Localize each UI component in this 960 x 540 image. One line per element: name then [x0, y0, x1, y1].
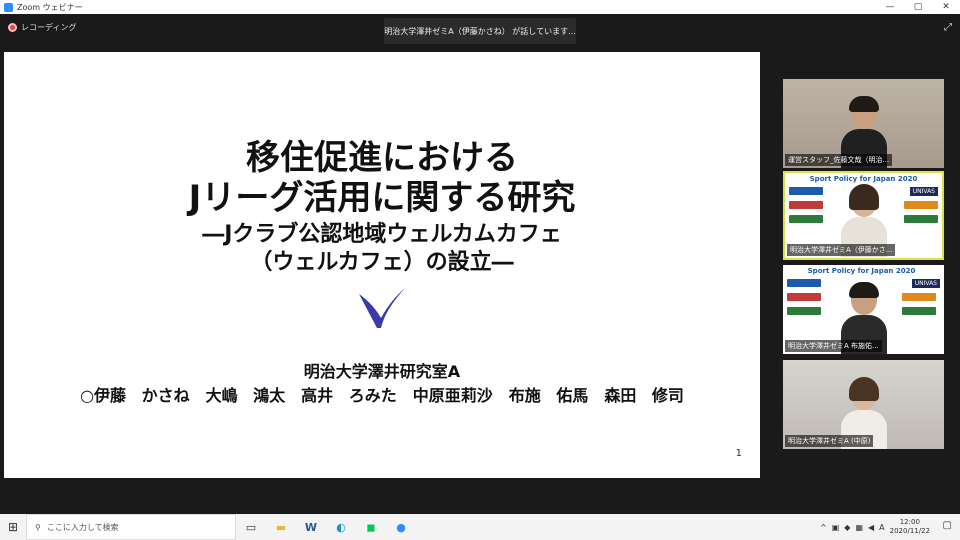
record-icon	[8, 23, 17, 32]
participant-name: 明治大学澤井ゼミA 布施佑...	[785, 340, 882, 352]
sponsor-logo	[789, 187, 823, 195]
zoom-app-icon	[4, 2, 13, 12]
zoom-icon[interactable]: ●	[386, 514, 416, 540]
sponsor-logo	[787, 279, 821, 287]
minimize-button[interactable]: —	[876, 0, 904, 14]
participant-tile-active[interactable]: Sport Policy for Japan 2020 UNIVAS 明治大学澤…	[783, 171, 944, 260]
maximize-button[interactable]: ▢	[904, 0, 932, 14]
chevron-up-icon[interactable]: ^	[820, 523, 827, 532]
participant-tile[interactable]: 明治大学澤井ゼミA (中原)	[783, 360, 944, 449]
close-button[interactable]: ✕	[932, 0, 960, 14]
banner-title: Sport Policy for Japan 2020	[809, 175, 918, 183]
volume-icon[interactable]: ◀	[868, 523, 874, 532]
shared-slide: 移住促進における Jリーグ活用に関する研究 ―Jクラブ公認地域ウェルカムカフェ …	[4, 52, 760, 478]
participant-tile[interactable]: 運営スタッフ_佐藤文哉（明治...	[783, 79, 944, 168]
sponsor-logo	[789, 215, 823, 223]
clock-date: 2020/11/22	[889, 527, 930, 535]
sponsor-logo	[902, 293, 936, 301]
participant-name: 明治大学澤井ゼミA (中原)	[785, 435, 874, 447]
recording-indicator: レコーディング	[8, 22, 76, 33]
slide-lab-name: 明治大学澤井研究室A	[303, 362, 461, 381]
search-icon: ⚲	[35, 522, 41, 532]
taskbar-search-input[interactable]: ⚲ ここに入力して検索	[26, 514, 236, 540]
line-icon[interactable]: ◼	[356, 514, 386, 540]
system-tray: ^ ▣ ◆ ▦ ◀ A 12:00 2020/11/22	[820, 514, 930, 540]
sponsor-logo	[787, 307, 821, 315]
task-view-icon[interactable]: ▭	[236, 514, 266, 540]
window-controls: — ▢ ✕	[876, 0, 960, 14]
banner-title: Sport Policy for Japan 2020	[807, 267, 916, 275]
tray-app-icon[interactable]: ▣	[832, 523, 840, 532]
window-titlebar: Zoom ウェビナー — ▢ ✕	[0, 0, 960, 14]
window-title: Zoom ウェビナー	[17, 2, 83, 12]
windows-taskbar: ⊞ ⚲ ここに入力して検索 ▭ ▬ W ◐ ◼ ● ^ ▣ ◆ ▦ ◀ A 12…	[0, 514, 960, 540]
sponsor-logo	[904, 201, 938, 209]
search-placeholder: ここに入力して検索	[46, 522, 119, 532]
network-icon[interactable]: ▦	[855, 523, 863, 532]
file-explorer-icon[interactable]: ▬	[266, 514, 296, 540]
meeting-area: レコーディング 明治大学澤井ゼミA（伊藤かさね） が話しています... ⤢ 移住…	[0, 14, 960, 514]
word-icon[interactable]: W	[296, 514, 326, 540]
meiji-logo-icon	[359, 288, 405, 328]
sponsor-logo	[789, 201, 823, 209]
edge-icon[interactable]: ◐	[326, 514, 356, 540]
participant-name: 運営スタッフ_佐藤文哉（明治...	[785, 154, 893, 166]
speaking-banner: 明治大学澤井ゼミA（伊藤かさね） が話しています...	[384, 18, 576, 44]
participant-tile[interactable]: Sport Policy for Japan 2020 UNIVAS 明治大学澤…	[783, 265, 944, 354]
notification-icon[interactable]: ▢	[943, 520, 952, 531]
banner-brand: UNIVAS	[911, 279, 940, 288]
participant-name: 明治大学澤井ゼミA（伊藤かさ...	[787, 244, 896, 256]
sponsor-logo	[902, 307, 936, 315]
clock-time: 12:00	[899, 518, 920, 526]
slide-subtitle-line2: （ウェルカフェ）の設立―	[250, 250, 514, 275]
banner-brand: UNIVAS	[909, 187, 938, 196]
sponsor-logo	[904, 215, 938, 223]
dropbox-icon[interactable]: ◆	[844, 523, 850, 532]
ime-indicator[interactable]: A	[879, 523, 884, 532]
slide-members: ○伊藤 かさね 大嶋 鴻太 高井 ろみた 中原亜莉沙 布施 佑馬 森田 修司	[80, 386, 684, 405]
expand-icon[interactable]: ⤢	[944, 22, 952, 33]
windows-start-icon[interactable]: ⊞	[0, 514, 26, 540]
slide-title-line2: Jリーグ活用に関する研究	[188, 178, 576, 218]
taskbar-clock[interactable]: 12:00 2020/11/22	[890, 518, 930, 536]
sponsor-logo	[787, 293, 821, 301]
slide-page-number: 1	[735, 448, 742, 459]
recording-label: レコーディング	[21, 23, 77, 32]
